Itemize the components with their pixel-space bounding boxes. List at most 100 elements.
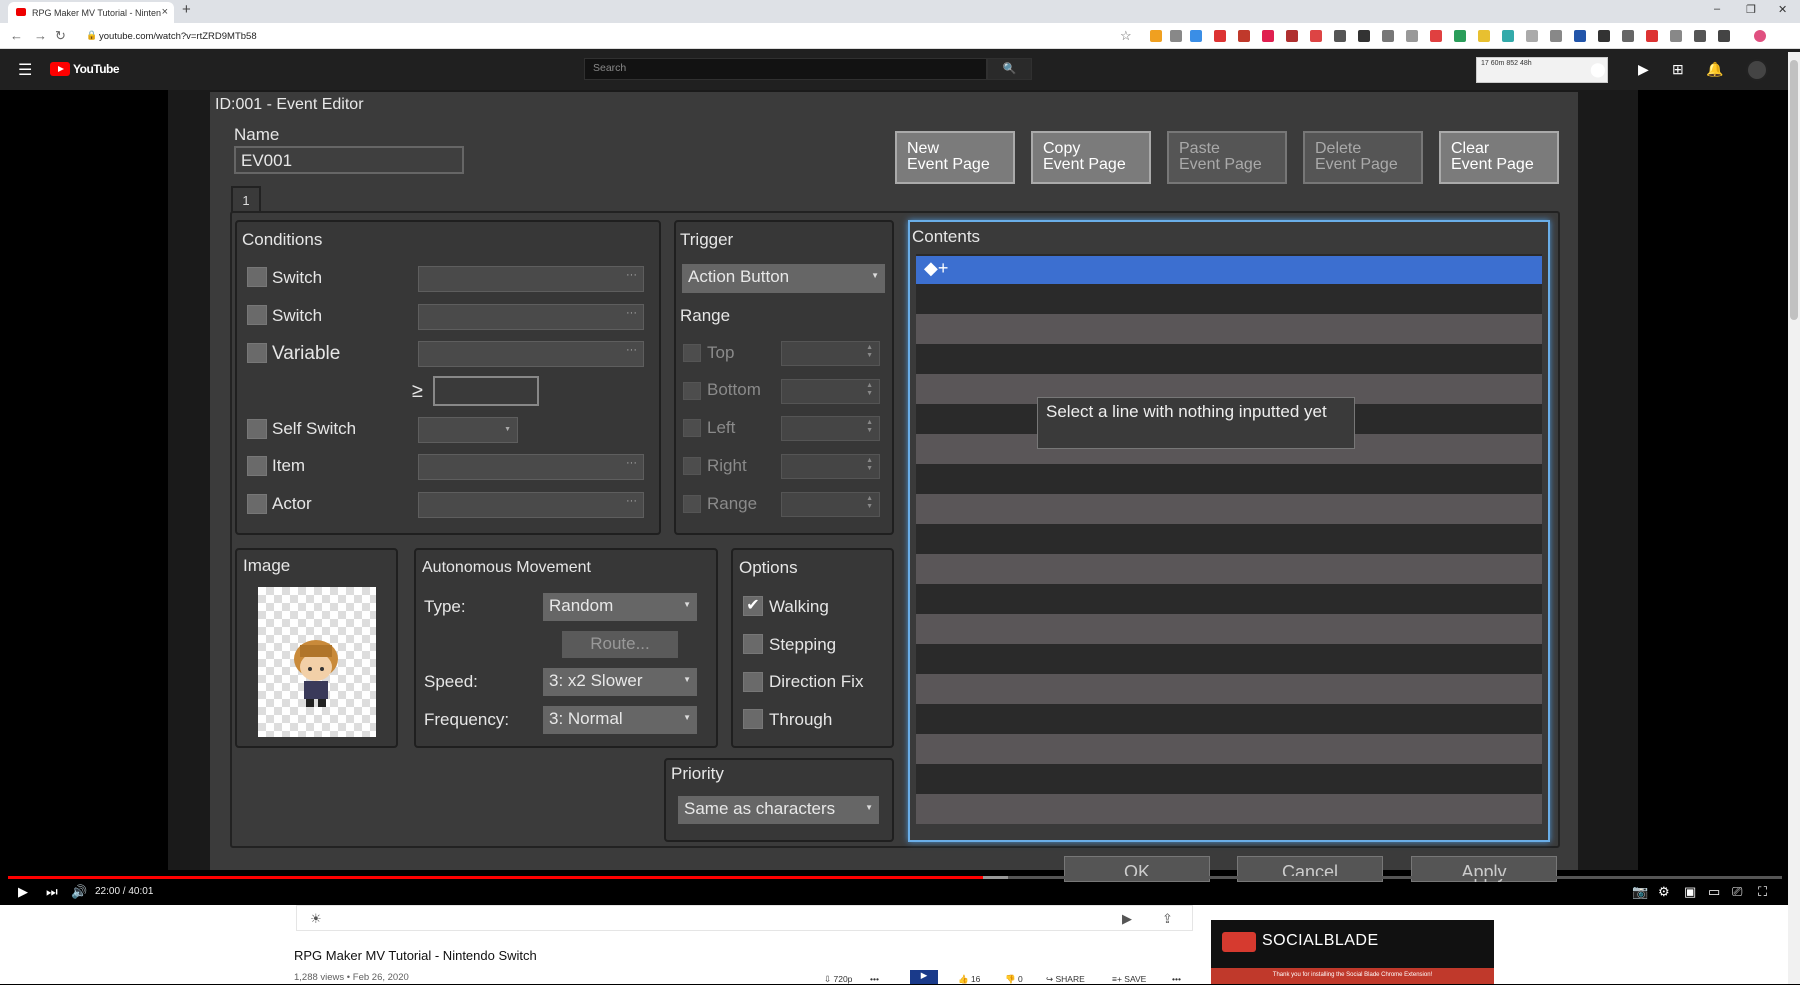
actor-checkbox[interactable] (247, 494, 267, 514)
new-tab-button[interactable]: + (182, 1, 191, 18)
clear-event-page-button[interactable]: Clear Event Page (1439, 131, 1559, 184)
browser-tab[interactable]: RPG Maker MV Tutorial - Ninten × (8, 2, 174, 23)
share-button[interactable]: ↪ SHARE (1046, 974, 1085, 985)
priority-dropdown[interactable]: Same as characters ▼ (678, 796, 879, 824)
tab-close-icon[interactable]: × (162, 6, 168, 18)
switch2-selector[interactable]: ··· (418, 304, 644, 330)
extension-icon[interactable] (1718, 30, 1730, 42)
range-range-spinner[interactable]: ▲ ▼ (781, 492, 880, 517)
list-item[interactable] (916, 674, 1542, 704)
extension-icon[interactable] (1430, 30, 1442, 42)
list-item[interactable] (916, 614, 1542, 644)
extension-icon[interactable] (1670, 30, 1682, 42)
switch1-checkbox[interactable] (247, 267, 267, 287)
youtube-logo-text[interactable]: YouTube (73, 62, 120, 76)
direction-fix-checkbox[interactable] (743, 672, 763, 692)
youtube-logo-icon[interactable] (50, 62, 70, 76)
tab-page-1[interactable]: 1 (231, 186, 261, 212)
movement-type-dropdown[interactable]: Random ▼ (543, 593, 697, 621)
list-item[interactable] (916, 734, 1542, 764)
extension-icon[interactable] (1238, 30, 1250, 42)
extension-icon[interactable] (1694, 30, 1706, 42)
extension-icon[interactable] (1358, 30, 1370, 42)
event-image-preview[interactable] (258, 587, 376, 737)
new-event-page-button[interactable]: New Event Page (895, 131, 1015, 184)
frequency-dropdown[interactable]: 3: Normal ▼ (543, 706, 697, 734)
cast-icon[interactable]: ⎚ (1732, 884, 1742, 900)
back-icon[interactable]: ← (10, 28, 23, 43)
create-video-icon[interactable]: ▶ (1638, 61, 1649, 78)
apps-grid-icon[interactable]: ⊞ (1672, 61, 1684, 78)
range-left-spinner[interactable]: ▲ ▼ (781, 416, 880, 441)
extension-icon[interactable] (1502, 30, 1514, 42)
extension-icon[interactable] (1214, 30, 1226, 42)
extension-icon[interactable] (1406, 30, 1418, 42)
extension-icon[interactable] (1190, 30, 1202, 42)
walking-checkbox[interactable]: ✔ (743, 596, 763, 616)
item-selector[interactable]: ··· (418, 454, 644, 480)
contents-selected-line[interactable]: ◆+ (916, 256, 1542, 284)
list-item[interactable] (916, 314, 1542, 344)
url-field[interactable]: youtube.com/watch?v=rtZRD9MTb58 (99, 31, 257, 42)
quality-label[interactable]: ⇩ 720p (824, 974, 852, 985)
range-top-checkbox[interactable] (683, 344, 701, 362)
save-button[interactable]: ≡+ SAVE (1112, 974, 1146, 984)
actor-selector[interactable]: ··· (418, 492, 644, 518)
socialblade-icon[interactable]: ⬤ (1590, 61, 1606, 78)
notifications-bell-icon[interactable]: 🔔 (1706, 61, 1723, 78)
list-item[interactable] (916, 554, 1542, 584)
extension-icon[interactable] (1286, 30, 1298, 42)
extension-icon[interactable] (1550, 30, 1562, 42)
list-item[interactable] (916, 494, 1542, 524)
play-icon[interactable]: ▶ (18, 884, 28, 900)
window-minimize-button[interactable]: – (1714, 3, 1720, 15)
switch2-checkbox[interactable] (247, 305, 267, 325)
extension-icon[interactable] (1334, 30, 1346, 42)
brightness-icon[interactable]: ☀ (310, 911, 322, 927)
range-left-checkbox[interactable] (683, 419, 701, 437)
miniplayer-icon[interactable]: ▣ (1684, 884, 1696, 900)
extension-icon[interactable] (1478, 30, 1490, 42)
extension-icon[interactable] (1526, 30, 1538, 42)
camera-icon[interactable]: ▶ (1122, 911, 1132, 927)
more-actions-icon[interactable]: ••• (1172, 974, 1181, 984)
delete-event-page-button[interactable]: Delete Event Page (1303, 131, 1423, 184)
search-input[interactable]: Search (584, 58, 987, 80)
variable-selector[interactable]: ··· (418, 341, 644, 367)
scrollbar-thumb[interactable] (1790, 60, 1798, 320)
range-top-spinner[interactable]: ▲ ▼ (781, 341, 880, 366)
extension-icon[interactable] (1382, 30, 1394, 42)
extension-icon[interactable] (1646, 30, 1658, 42)
fullscreen-icon[interactable]: ⛶ (1758, 884, 1767, 900)
extension-icon[interactable] (1262, 30, 1274, 42)
next-icon[interactable]: ⏭ (46, 884, 58, 900)
settings-gear-icon[interactable]: ⚙ (1658, 884, 1670, 900)
bookmark-star-icon[interactable]: ☆ (1120, 28, 1132, 44)
extension-icon[interactable] (1170, 30, 1182, 42)
volume-icon[interactable]: 🔊 (71, 884, 87, 900)
more-icon[interactable]: ••• (870, 974, 879, 984)
list-item[interactable] (916, 794, 1542, 824)
dislike-button[interactable]: 👎 0 (1005, 974, 1023, 985)
like-button[interactable]: 👍 16 (958, 974, 980, 985)
extension-icon[interactable] (1310, 30, 1322, 42)
window-maximize-button[interactable]: ❐ (1746, 3, 1756, 16)
theater-mode-icon[interactable]: ▭ (1708, 884, 1720, 900)
extension-icon[interactable] (1454, 30, 1466, 42)
item-checkbox[interactable] (247, 456, 267, 476)
self-switch-dropdown[interactable]: ▼ (418, 417, 518, 443)
range-right-spinner[interactable]: ▲ ▼ (781, 454, 880, 479)
copy-event-page-button[interactable]: Copy Event Page (1031, 131, 1151, 184)
extension-icon[interactable] (1598, 30, 1610, 42)
speed-dropdown[interactable]: 3: x2 Slower ▼ (543, 668, 697, 696)
socialblade-widget[interactable]: 17 60m 852 48h (1476, 57, 1608, 83)
variable-checkbox[interactable] (247, 343, 267, 363)
menu-icon[interactable]: ☰ (18, 60, 32, 80)
range-range-checkbox[interactable] (683, 495, 701, 513)
window-close-button[interactable]: ✕ (1778, 3, 1787, 16)
variable-value-input[interactable] (433, 376, 539, 406)
extension-icon[interactable] (1150, 30, 1162, 42)
share-box-icon[interactable]: ⇪ (1162, 911, 1173, 927)
range-bottom-spinner[interactable]: ▲ ▼ (781, 379, 880, 404)
search-button[interactable]: 🔍 (987, 58, 1032, 80)
